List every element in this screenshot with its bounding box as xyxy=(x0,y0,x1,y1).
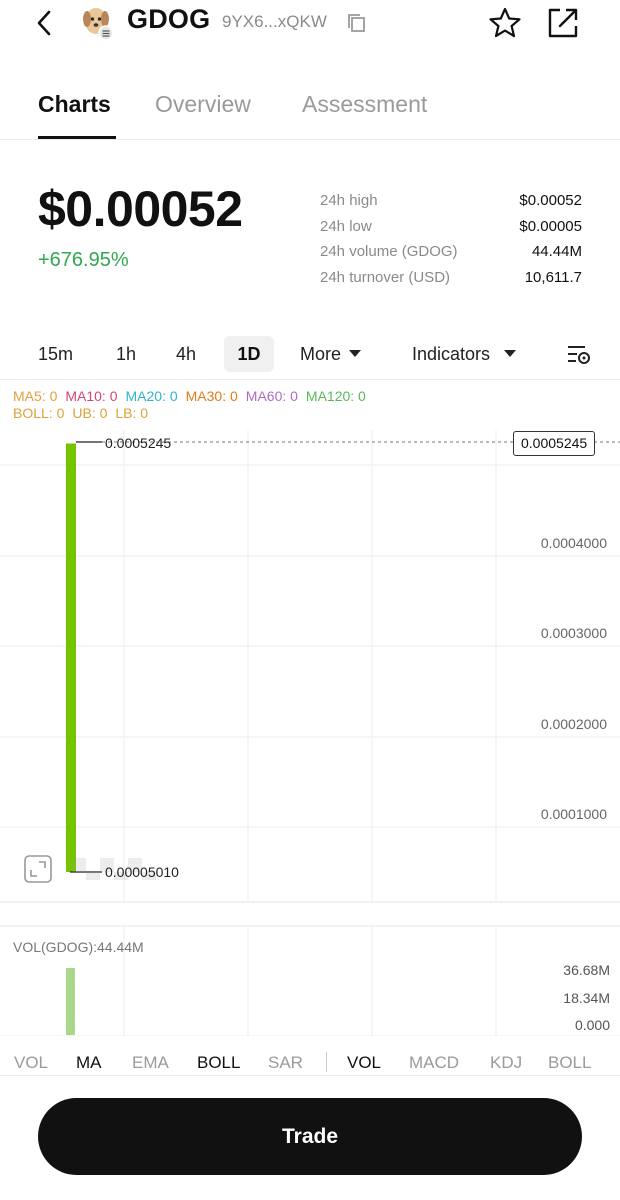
indicator-main-ma[interactable]: MA xyxy=(76,1053,102,1073)
more-timeframes-dropdown[interactable]: More xyxy=(300,344,362,365)
price-candle xyxy=(66,443,76,872)
ma20-value: MA20: 0 xyxy=(125,388,178,404)
low-price-label: 0.00005010 xyxy=(105,864,179,880)
trade-button[interactable]: Trade xyxy=(38,1098,582,1175)
token-name: GDOG xyxy=(127,4,211,34)
lb-value: LB: 0 xyxy=(115,405,149,421)
current-price: $0.00052 xyxy=(38,181,243,237)
boll-value: BOLL: 0 xyxy=(13,405,65,421)
stat-label: 24h low xyxy=(320,217,372,235)
stat-value: $0.00005 xyxy=(519,217,582,235)
token-address[interactable]: 9YX6...xQKW xyxy=(222,12,327,32)
price-stats: 24h high $0.00052 24h low $0.00005 24h v… xyxy=(320,188,582,290)
ma10-value: MA10: 0 xyxy=(65,388,118,404)
ma60-value: MA60: 0 xyxy=(245,388,298,404)
boll-legend-row: BOLL: 0 UB: 0 LB: 0 xyxy=(13,405,374,422)
stat-value: 44.44M xyxy=(531,243,582,261)
divider xyxy=(0,379,620,380)
tab-assessment[interactable]: Assessment xyxy=(302,91,427,118)
timeframe-bar: 15m 1h 4h 1D More Indicators xyxy=(0,336,620,376)
timeframe-1d[interactable]: 1D xyxy=(224,336,274,372)
stat-label: 24h high xyxy=(320,192,378,210)
indicator-main-sar[interactable]: SAR xyxy=(268,1053,303,1073)
ma-legend-row: MA5: 0 MA10: 0 MA20: 0 MA30: 0 MA60: 0 MA120:… xyxy=(13,388,374,405)
indicator-sub-kdj[interactable]: KDJ xyxy=(490,1053,522,1073)
volume-bar xyxy=(66,968,75,1035)
volume-axis-label: 18.34M xyxy=(563,990,610,1006)
indicators-dropdown[interactable]: Indicators xyxy=(412,344,517,365)
indicator-main-boll[interactable]: BOLL xyxy=(197,1053,240,1073)
copy-icon[interactable] xyxy=(346,12,368,34)
indicator-sub-vol[interactable]: VOL xyxy=(347,1053,381,1073)
timeframe-4h[interactable]: 4h xyxy=(176,344,196,365)
expand-icon[interactable] xyxy=(24,855,52,883)
indicator-main-ema[interactable]: EMA xyxy=(132,1053,169,1073)
active-tab-indicator xyxy=(38,136,116,139)
main-tabs: Charts Overview Assessment xyxy=(0,86,620,140)
indicator-separator xyxy=(326,1052,327,1072)
ma-legend: MA5: 0 MA10: 0 MA20: 0 MA30: 0 MA60: 0 MA120:… xyxy=(13,388,374,422)
indicator-main-vol[interactable]: VOL xyxy=(14,1053,48,1073)
stat-value: $0.00052 xyxy=(519,192,582,210)
back-icon[interactable] xyxy=(30,8,60,38)
volume-label: VOL(GDOG):44.44M xyxy=(13,939,144,955)
indicator-sub-macd[interactable]: MACD xyxy=(409,1053,459,1073)
indicator-bar: VOL MA EMA BOLL SAR VOL MACD KDJ BOLL xyxy=(0,1052,620,1076)
indicator-sub-boll[interactable]: BOLL xyxy=(548,1053,591,1073)
more-label: More xyxy=(300,344,342,364)
chart-settings-icon[interactable] xyxy=(566,342,592,368)
chevron-down-icon xyxy=(504,350,517,357)
volume-axis-label: 36.68M xyxy=(563,962,610,978)
share-icon[interactable] xyxy=(546,6,580,40)
timeframe-15m[interactable]: 15m xyxy=(38,344,73,365)
stat-value: 10,611.7 xyxy=(524,268,582,286)
stat-label: 24h turnover (USD) xyxy=(320,268,451,286)
tab-charts[interactable]: Charts xyxy=(38,91,111,118)
stat-row-24h-high: 24h high $0.00052 xyxy=(320,188,582,214)
ub-value: UB: 0 xyxy=(72,405,108,421)
ma120-value: MA120: 0 xyxy=(305,388,366,404)
star-icon[interactable] xyxy=(488,6,522,40)
top-bar: GDOG 9YX6...xQKW xyxy=(0,0,620,50)
y-axis-label: 0.0004000 xyxy=(540,535,607,551)
indicators-label: Indicators xyxy=(412,344,491,364)
timeframe-1h[interactable]: 1h xyxy=(116,344,136,365)
current-price-tag: 0.0005245 xyxy=(513,431,596,456)
y-axis-label: 0.0003000 xyxy=(540,625,607,641)
stat-row-24h-low: 24h low $0.00005 xyxy=(320,214,582,240)
volume-axis-label: 0.000 xyxy=(574,1017,610,1033)
high-price-label: 0.0005245 xyxy=(105,435,172,451)
stat-row-24h-volume: 24h volume (GDOG) 44.44M xyxy=(320,239,582,265)
ma30-value: MA30: 0 xyxy=(185,388,238,404)
tab-overview[interactable]: Overview xyxy=(155,91,251,118)
y-axis-label: 0.0001000 xyxy=(540,806,607,822)
price-change: +676.95% xyxy=(38,249,129,271)
timeframe-1d-label: 1D xyxy=(237,344,261,364)
stat-label: 24h volume (GDOG) xyxy=(320,243,458,261)
chevron-down-icon xyxy=(349,350,362,357)
token-dog-icon xyxy=(83,8,114,40)
y-axis-label: 0.0002000 xyxy=(540,716,607,732)
stat-row-24h-turnover: 24h turnover (USD) 10,611.7 xyxy=(320,265,582,291)
ma5-value: MA5: 0 xyxy=(13,388,58,404)
